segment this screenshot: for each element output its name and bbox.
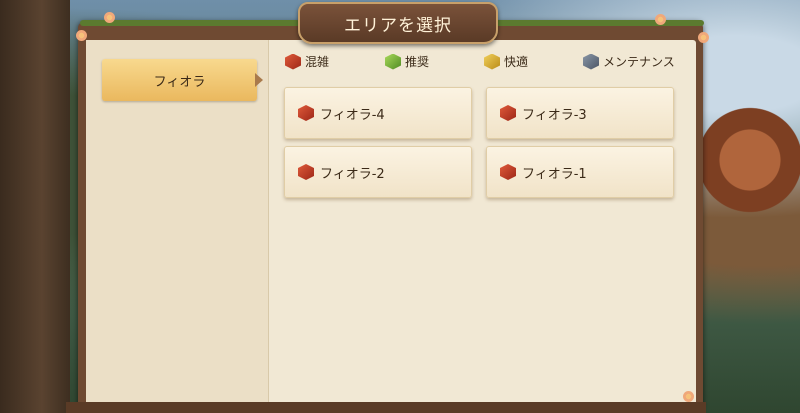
busy-status-icon: [500, 105, 516, 121]
flower-icon: [683, 391, 694, 402]
server-name: フィオラ-4: [320, 107, 385, 123]
recommended-status-icon: [385, 53, 401, 70]
busy-status-icon: [298, 105, 314, 121]
flower-icon: [104, 12, 115, 23]
comfortable-status-icon: [484, 53, 500, 70]
server-button-fiora-3[interactable]: フィオラ-3: [486, 87, 674, 139]
selected-arrow-icon: [255, 73, 263, 87]
server-button-fiora-4[interactable]: フィオラ-4: [284, 87, 472, 139]
busy-status-icon: [500, 164, 516, 180]
dialog-bottom-edge: [66, 402, 706, 413]
flower-icon: [655, 14, 666, 25]
server-button-fiora-2[interactable]: フィオラ-2: [284, 146, 472, 198]
server-name: フィオラ-3: [522, 107, 587, 123]
vine-decoration-right: [494, 20, 704, 26]
maintenance-status-icon: [583, 53, 599, 70]
autumn-tree: [700, 90, 800, 230]
busy-status-icon: [298, 164, 314, 180]
legend-maintenance: メンテナンス: [583, 53, 675, 70]
flower-icon: [76, 30, 87, 41]
legend-label: 快適: [504, 55, 529, 69]
legend-label: 混雑: [305, 55, 330, 69]
legend-label: メンテナンス: [603, 55, 675, 69]
dialog-title: エリアを選択: [344, 15, 452, 36]
flower-icon: [698, 32, 709, 43]
legend-comfortable: 快適: [484, 53, 528, 70]
server-name: フィオラ-1: [522, 166, 587, 182]
dialog-title-plate: エリアを選択: [298, 2, 498, 44]
legend-recommended: 推奨: [385, 53, 429, 70]
busy-status-icon: [285, 53, 301, 70]
legend-busy: 混雑: [285, 53, 329, 70]
legend-label: 推奨: [405, 55, 430, 69]
server-button-fiora-1[interactable]: フィオラ-1: [486, 146, 674, 198]
region-tab-fiora[interactable]: フィオラ: [102, 59, 257, 101]
tree-trunk: [0, 0, 70, 413]
server-name: フィオラ-2: [320, 166, 385, 182]
region-tab-label: フィオラ: [153, 74, 206, 90]
